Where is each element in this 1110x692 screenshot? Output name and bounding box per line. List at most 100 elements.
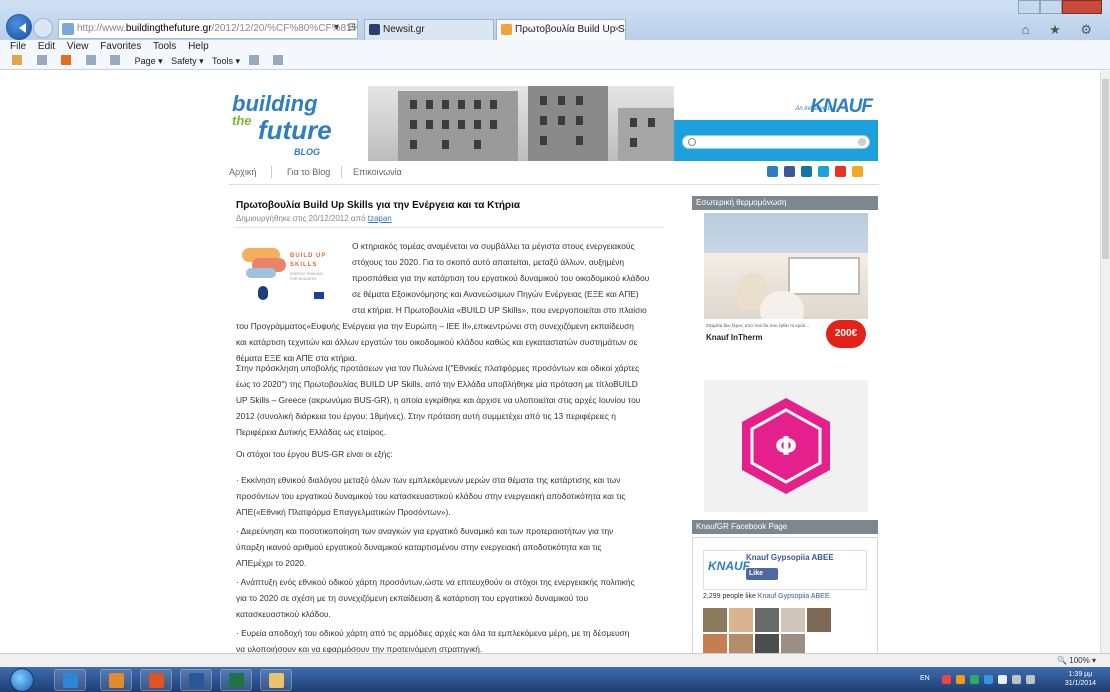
language-indicator[interactable]: EN [920, 675, 930, 682]
buildup-logo-sub: ENERGY TRAINING FOR BUILDERS [290, 272, 324, 281]
avatar[interactable] [729, 608, 753, 632]
menu-favorites[interactable]: Favorites [100, 41, 141, 52]
post-paragraph-4: · Εκκίνηση εθνικού διαλόγου μεταξύ όλων … [236, 472, 676, 520]
address-prefix: http://www. [77, 23, 126, 34]
back-button[interactable] [6, 14, 32, 40]
tab-label: Newsit.gr [383, 24, 425, 35]
text-line: προσόντων του εργατικού δυναμικού του κα… [236, 491, 626, 501]
tray-icon[interactable] [984, 675, 993, 684]
print-icon[interactable] [110, 55, 121, 65]
fb-like-button[interactable]: Like [746, 568, 778, 580]
page-menu[interactable]: Page ▾ [135, 56, 163, 66]
avatar[interactable] [781, 634, 805, 653]
fb-page-name[interactable]: Knauf Gypsopiia ABEE [746, 553, 834, 562]
page-icon [62, 23, 74, 35]
taskbar-excel[interactable] [220, 669, 252, 691]
fb-page-link[interactable]: Knauf Gypsopiia ABEE. [758, 593, 832, 600]
favorites-icon[interactable] [12, 55, 22, 65]
zoom-level[interactable]: 🔍 100% ▾ [1057, 654, 1096, 667]
tools-menu[interactable]: Tools ▾ [212, 56, 240, 66]
post-intro-full: του Προγράμματος«Ευφυής Ενέργεια για την… [236, 318, 676, 366]
menu-view[interactable]: View [67, 41, 89, 52]
tray-icon[interactable] [956, 675, 965, 684]
home-icon[interactable] [36, 55, 47, 65]
text-line: · Εκκίνηση εθνικού διαλόγου μεταξύ όλων … [236, 475, 621, 485]
clock[interactable]: 1:39 μμ 31/1/2014 [1065, 670, 1096, 688]
start-button[interactable] [10, 668, 34, 692]
tab-active[interactable]: Πρωτοβουλία Build Up Skil... × [496, 19, 626, 40]
taskbar-explorer[interactable] [260, 669, 292, 691]
menu-tools[interactable]: Tools [153, 41, 176, 52]
tab-close-icon[interactable]: × [614, 20, 620, 40]
menu-edit[interactable]: Edit [38, 41, 55, 52]
text-line: για το 2020 σε σχέση με τη συνεχιζόμενη … [236, 593, 589, 603]
nav-contact[interactable]: Επικοινωνία [353, 161, 402, 183]
windows-taskbar: EN 1:39 μμ 31/1/2014 [0, 667, 1110, 692]
post-paragraph-6: · Ανάπτυξη ενός εθνικού οδικού χάρτη προ… [236, 574, 676, 622]
home-favorites-tools-icons[interactable]: ⌂ ★ ⚙ [1022, 22, 1100, 38]
tab-label: Πρωτοβουλία Build Up Skil... [515, 24, 625, 35]
post-paragraph-2: Στην πρόσκληση υποβολής προτάσεων για το… [236, 360, 676, 440]
vertical-scrollbar[interactable] [1100, 71, 1110, 653]
word-icon [189, 673, 204, 688]
avatar[interactable] [755, 634, 779, 653]
post-author-link[interactable]: tzapan [368, 214, 392, 223]
tab-newsit[interactable]: Newsit.gr [364, 19, 494, 40]
avatar[interactable] [729, 634, 753, 653]
safety-menu[interactable]: Safety ▾ [171, 56, 204, 66]
search-input[interactable] [682, 135, 870, 149]
network-icon[interactable] [1012, 675, 1021, 684]
scrollbar-thumb[interactable] [1102, 79, 1109, 259]
menu-file[interactable]: File [10, 41, 26, 52]
rss-icon[interactable] [61, 55, 72, 65]
help-icon[interactable] [248, 55, 259, 65]
logo-the: the [232, 113, 252, 128]
post-meta: Δημιουργήθηκε στις 20/12/2012 από tzapan [236, 214, 392, 223]
fb-page-logo[interactable]: KNAUF [708, 559, 750, 573]
ad-product-name: Knauf InTherm [706, 333, 763, 342]
tray-icon[interactable] [942, 675, 951, 684]
text-line: Στην πρόσκληση υποβολής προτάσεων για το… [236, 363, 640, 373]
system-tray: EN 1:39 μμ 31/1/2014 [910, 667, 1110, 692]
knauf-logo[interactable]: KNAUF [811, 96, 873, 118]
mail-icon[interactable] [85, 55, 96, 65]
post-date: Δημιουργήθηκε στις 20/12/2012 από [236, 214, 366, 223]
text-line: 2012 (συνολική διάρκεια του έργου: 18μήν… [236, 411, 616, 421]
maximize-button[interactable] [1040, 0, 1062, 14]
linkedin-icon[interactable] [801, 166, 812, 177]
youtube-icon[interactable] [835, 166, 846, 177]
address-bar[interactable]: http://www.buildingthefuture.gr/2012/12/… [58, 19, 358, 39]
phi-ad[interactable]: Φ [704, 380, 868, 512]
minimize-button[interactable] [1018, 0, 1040, 14]
volume-icon[interactable] [1026, 675, 1035, 684]
forward-button[interactable] [33, 18, 53, 38]
research-icon[interactable] [273, 55, 284, 65]
flag-icon[interactable] [998, 675, 1007, 684]
clock-time: 1:39 μμ [1068, 671, 1093, 678]
taskbar-ie[interactable] [54, 669, 86, 691]
post-title[interactable]: Πρωτοβουλία Build Up Skills για την Ενέρ… [236, 200, 520, 211]
taskbar-word[interactable] [180, 669, 212, 691]
rss-social-icon[interactable] [767, 166, 778, 177]
nav-home[interactable]: Αρχική [229, 161, 256, 183]
facebook-icon[interactable] [784, 166, 795, 177]
twitter-icon[interactable] [818, 166, 829, 177]
window-controls [1018, 0, 1102, 14]
tray-icon[interactable] [970, 675, 979, 684]
avatar[interactable] [755, 608, 779, 632]
avatar[interactable] [781, 608, 805, 632]
avatar[interactable] [807, 608, 831, 632]
nav-about-blog[interactable]: Για το Blog [287, 161, 330, 183]
app-icon [149, 673, 164, 688]
ie-icon [63, 673, 78, 688]
site-logo[interactable]: building the future BLOG [232, 91, 362, 161]
taskbar-app[interactable] [100, 669, 132, 691]
avatar[interactable] [703, 608, 727, 632]
search-submit-button[interactable] [858, 138, 866, 146]
close-window-button[interactable] [1062, 0, 1102, 14]
avatar[interactable] [703, 634, 727, 653]
text-line: ΑΠΕμέχρι το 2020. [236, 558, 307, 568]
menu-help[interactable]: Help [188, 41, 209, 52]
taskbar-app[interactable] [140, 669, 172, 691]
blogger-icon[interactable] [852, 166, 863, 177]
